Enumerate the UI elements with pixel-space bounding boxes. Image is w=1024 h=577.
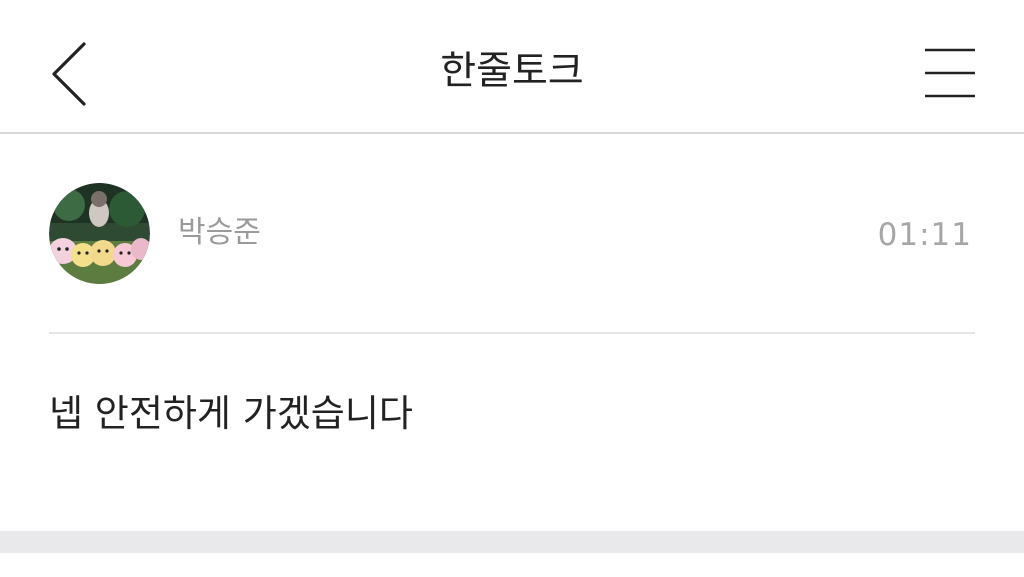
menu-button[interactable] <box>916 42 984 104</box>
back-button[interactable] <box>40 36 100 112</box>
author-name[interactable]: 박승준 <box>178 211 261 255</box>
top-navigation-bar: 한줄토크 <box>0 0 1024 134</box>
section-separator <box>0 531 1024 553</box>
divider <box>49 332 975 334</box>
post-timestamp: 01:11 <box>877 217 972 253</box>
hamburger-menu-icon <box>925 48 975 98</box>
page-title: 한줄토크 <box>440 49 584 94</box>
chevron-left-icon <box>52 42 86 106</box>
message-text: 넵 안전하게 가겠습니다 <box>49 392 413 435</box>
profile-picture <box>49 183 150 284</box>
avatar[interactable] <box>49 183 150 284</box>
talk-screen: 한줄토크 박승준 01:11 넵 안전하게 가겠습니다 <box>0 0 1024 577</box>
